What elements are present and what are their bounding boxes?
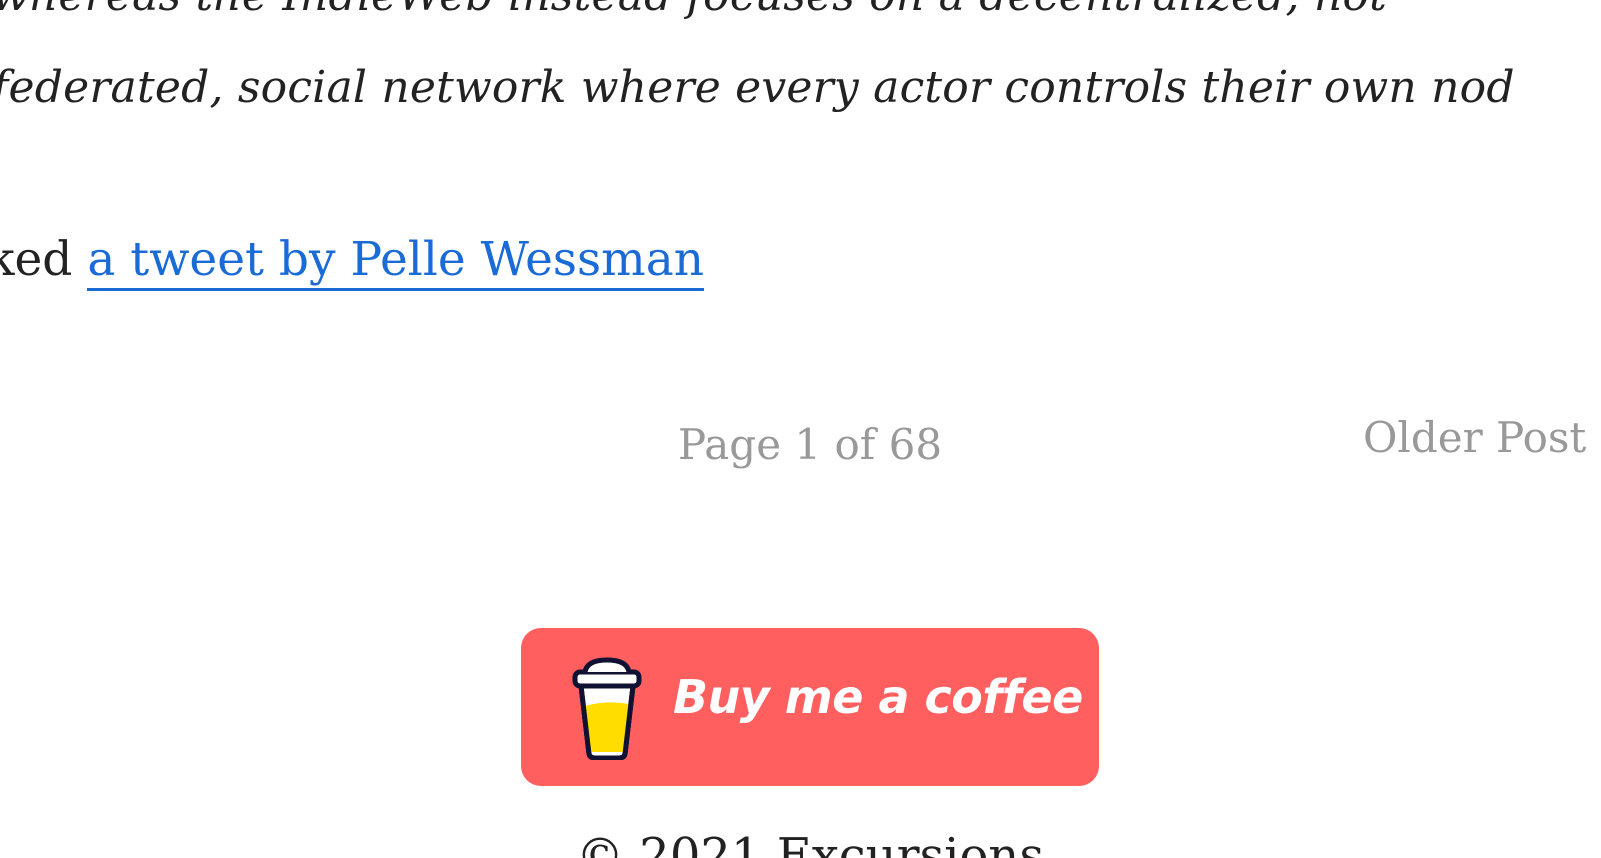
liked-entry: ked a tweet by Pelle Wessman	[0, 232, 704, 291]
post-quote-line-1: whereas the IndieWeb instead focuses on …	[0, 0, 1387, 21]
older-post-link[interactable]: Older Post	[1363, 413, 1586, 462]
buy-me-a-coffee-button[interactable]: Buy me a coffee	[521, 628, 1099, 786]
coffee-cup-icon	[572, 657, 642, 760]
page: whereas the IndieWeb instead focuses on …	[0, 0, 1601, 858]
post-quote-line-2: federated, social network where every ac…	[0, 62, 1515, 113]
liked-prefix: ked	[0, 232, 73, 287]
footer-copyright: © 2021 Excursions	[576, 828, 1044, 858]
page-indicator: Page 1 of 68	[677, 420, 943, 469]
buy-me-a-coffee-label: Buy me a coffee	[673, 670, 1083, 724]
liked-tweet-link[interactable]: a tweet by Pelle Wessman	[87, 232, 704, 291]
